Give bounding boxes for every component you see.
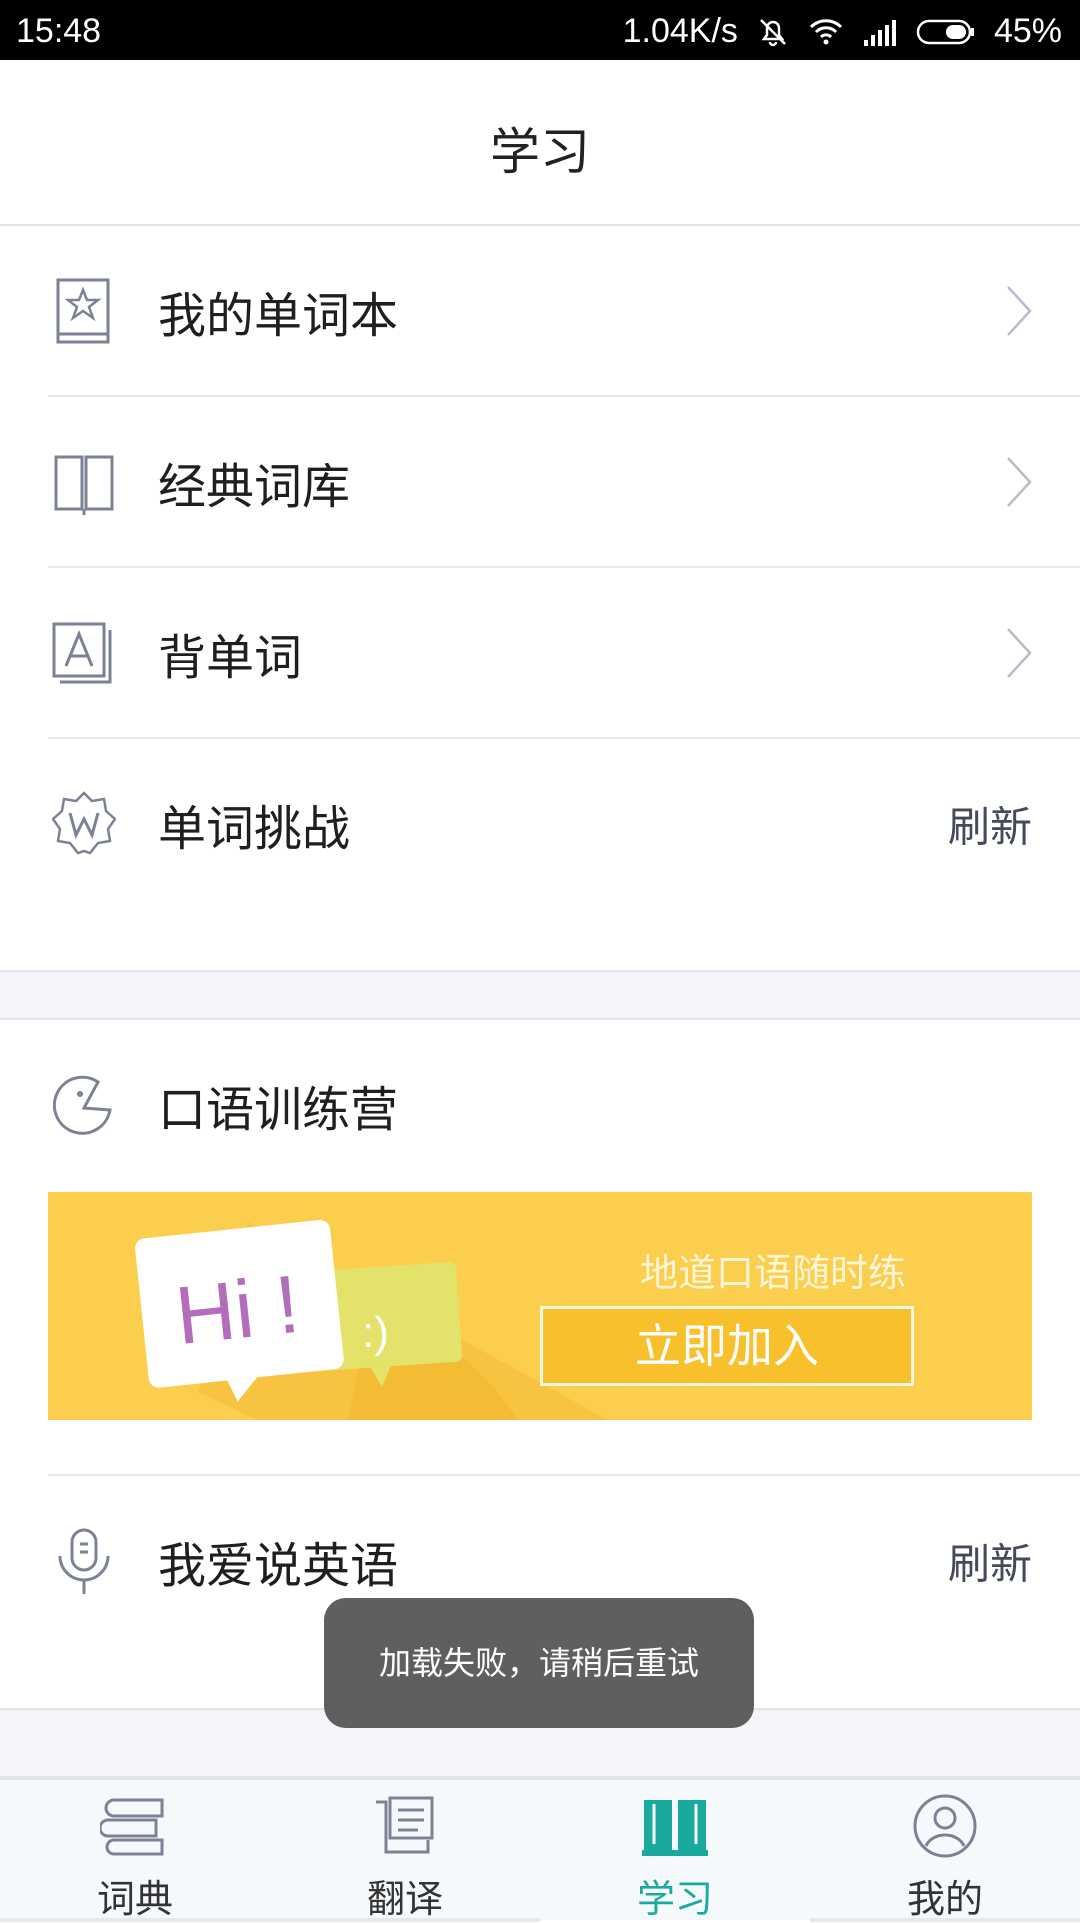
classic-lib-label: 经典词库 bbox=[158, 459, 351, 515]
refresh-button[interactable]: 刷新 bbox=[948, 1531, 1032, 1592]
chevron-right-icon bbox=[1004, 454, 1034, 510]
speak-label: 我爱说英语 bbox=[158, 1538, 399, 1594]
nav-label: 学习 bbox=[636, 1877, 713, 1921]
nav-dictionary[interactable]: 词典 bbox=[0, 1780, 270, 1922]
books-stack-icon bbox=[100, 1798, 164, 1856]
bubble-face: :) bbox=[362, 1308, 389, 1357]
nav-label: 词典 bbox=[96, 1877, 173, 1921]
page-title: 学习 bbox=[490, 123, 590, 181]
nav-translate[interactable]: 翻译 bbox=[270, 1780, 540, 1922]
nav-study[interactable]: 学习 bbox=[540, 1780, 810, 1922]
section-gap bbox=[0, 970, 1080, 1020]
status-bar: 15:48 1.04K/s 45% bbox=[0, 0, 1080, 60]
document-icon bbox=[376, 1796, 434, 1854]
nav-underline bbox=[810, 1918, 1080, 1922]
pacman-icon bbox=[52, 1070, 116, 1140]
classic-lib-row[interactable]: 经典词库 bbox=[0, 397, 1080, 567]
challenge-label: 单词挑战 bbox=[158, 801, 351, 857]
toast: 加载失败，请稍后重试 bbox=[324, 1598, 754, 1728]
nav-underline bbox=[270, 1918, 540, 1922]
open-book-icon bbox=[52, 447, 116, 517]
status-right: 1.04K/s 45% bbox=[623, 12, 1062, 51]
w-badge-icon bbox=[51, 789, 117, 859]
bottom-nav: 词典 翻译 学习 我的 bbox=[0, 1778, 1080, 1922]
nav-profile[interactable]: 我的 bbox=[810, 1780, 1080, 1922]
memorize-row[interactable]: 背单词 bbox=[0, 568, 1080, 738]
letter-a-card-icon bbox=[52, 618, 116, 688]
chevron-right-icon bbox=[1004, 625, 1034, 681]
oral-banner[interactable]: Hi ! :) 地道口语随时练 立即加入 bbox=[48, 1192, 1032, 1420]
status-time: 15:48 bbox=[16, 12, 102, 50]
mute-icon bbox=[756, 15, 790, 49]
header: 学习 bbox=[0, 60, 1080, 226]
net-speed: 1.04K/s bbox=[622, 12, 738, 50]
open-book-icon bbox=[642, 1800, 708, 1856]
battery-icon bbox=[916, 18, 976, 46]
signal-icon bbox=[862, 18, 898, 46]
refresh-button[interactable]: 刷新 bbox=[948, 794, 1032, 855]
memorize-label: 背单词 bbox=[158, 630, 303, 686]
star-book-icon bbox=[52, 276, 116, 346]
challenge-row[interactable]: 单词挑战 刷新 bbox=[0, 739, 1080, 909]
nav-label: 翻译 bbox=[366, 1877, 443, 1921]
battery-percent: 45% bbox=[993, 12, 1062, 50]
bubble-text: Hi ! bbox=[171, 1258, 304, 1363]
nav-underline bbox=[0, 1918, 270, 1922]
microphone-icon bbox=[52, 1526, 116, 1596]
wifi-icon bbox=[808, 17, 844, 47]
nav-label: 我的 bbox=[906, 1877, 983, 1921]
join-button[interactable]: 立即加入 bbox=[540, 1306, 914, 1386]
banner-subtitle: 地道口语随时练 bbox=[639, 1251, 906, 1295]
oral-section-title: 口语训练营 bbox=[158, 1082, 399, 1138]
oral-section-header: 口语训练营 bbox=[0, 1020, 1080, 1190]
wordbook-label: 我的单词本 bbox=[158, 288, 399, 344]
chevron-right-icon bbox=[1004, 283, 1034, 339]
wordbook-row[interactable]: 我的单词本 bbox=[0, 226, 1080, 396]
user-icon bbox=[913, 1794, 977, 1858]
